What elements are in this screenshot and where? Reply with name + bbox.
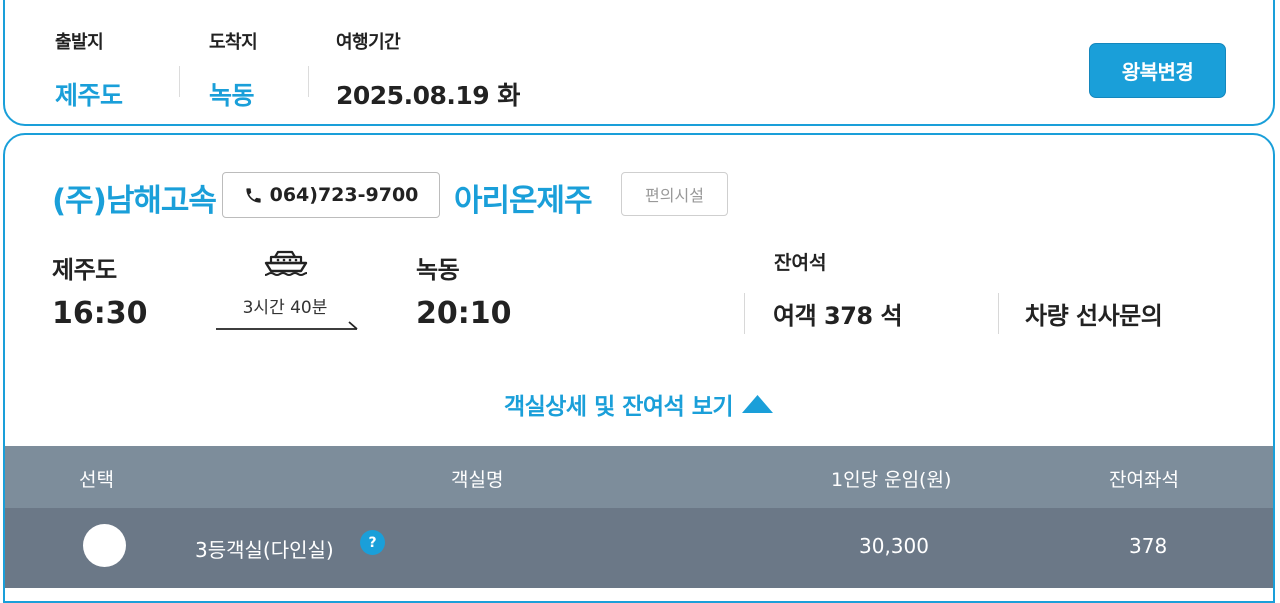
divider: [179, 66, 180, 97]
ship-icon: [264, 250, 308, 277]
passenger-seats: 여객 378 석: [773, 302, 903, 330]
table-row[interactable]: 3등객실(다인실) ? 30,300 378: [5, 508, 1273, 588]
travel-duration: 3시간 40분: [242, 298, 328, 318]
ferry-result-card: (주)남해고속 064)723-9700 아리온제주 편의시설 제주도 16:3…: [3, 133, 1275, 603]
help-icon[interactable]: ?: [360, 530, 385, 555]
cabin-detail-toggle[interactable]: 객실상세 및 잔여석 보기: [5, 387, 1273, 421]
departure-label: 출발지: [55, 32, 104, 53]
header-cabin-name: 객실명: [451, 469, 504, 491]
phone-icon: [245, 187, 261, 203]
period-field: 여행기간 2025.08.19 화: [336, 28, 520, 112]
phone-button[interactable]: 064)723-9700: [222, 172, 440, 218]
ship-name: 아리온제주: [454, 183, 593, 219]
round-trip-change-button[interactable]: 왕복변경: [1089, 43, 1226, 98]
phone-number: 064)723-9700: [269, 184, 419, 206]
arrival-port: 녹동: [416, 256, 460, 284]
departure-field: 출발지 제주도: [55, 28, 123, 112]
route-arrow-icon: [216, 321, 358, 330]
cabin-fare: 30,300: [859, 534, 929, 558]
departure-time: 16:30: [52, 296, 148, 331]
period-value: 2025.08.19 화: [336, 81, 520, 110]
header-select: 선택: [79, 469, 114, 491]
cabin-detail-toggle-label: 객실상세 및 잔여석 보기: [503, 394, 734, 420]
facility-button[interactable]: 편의시설: [621, 172, 728, 216]
divider: [308, 66, 309, 97]
search-summary-card: 출발지 제주도 도착지 녹동 여행기간 2025.08.19 화 왕복변경: [3, 0, 1275, 126]
arrival-value: 녹동: [209, 81, 255, 110]
remaining-seats-label: 잔여석: [774, 252, 827, 274]
cabin-remaining-seats: 378: [1129, 534, 1168, 558]
arrival-field: 도착지 녹동: [209, 28, 258, 112]
header-fare: 1인당 운임(원): [831, 469, 952, 491]
cabin-name: 3등객실(다인실): [195, 538, 334, 562]
departure-value: 제주도: [55, 81, 123, 110]
cabin-select-radio[interactable]: [83, 524, 126, 567]
arrival-time: 20:10: [416, 296, 512, 331]
arrival-label: 도착지: [209, 32, 258, 53]
vehicle-seats: 차량 선사문의: [1025, 302, 1163, 330]
divider: [998, 293, 999, 334]
departure-port: 제주도: [52, 256, 117, 284]
company-name: (주)남해고속: [52, 183, 217, 219]
period-label: 여행기간: [336, 32, 401, 53]
triangle-up-icon: [742, 395, 774, 413]
header-remaining: 잔여좌석: [1109, 469, 1179, 491]
cabin-table-header: 선택 객실명 1인당 운임(원) 잔여좌석: [5, 446, 1273, 508]
divider: [744, 293, 745, 334]
